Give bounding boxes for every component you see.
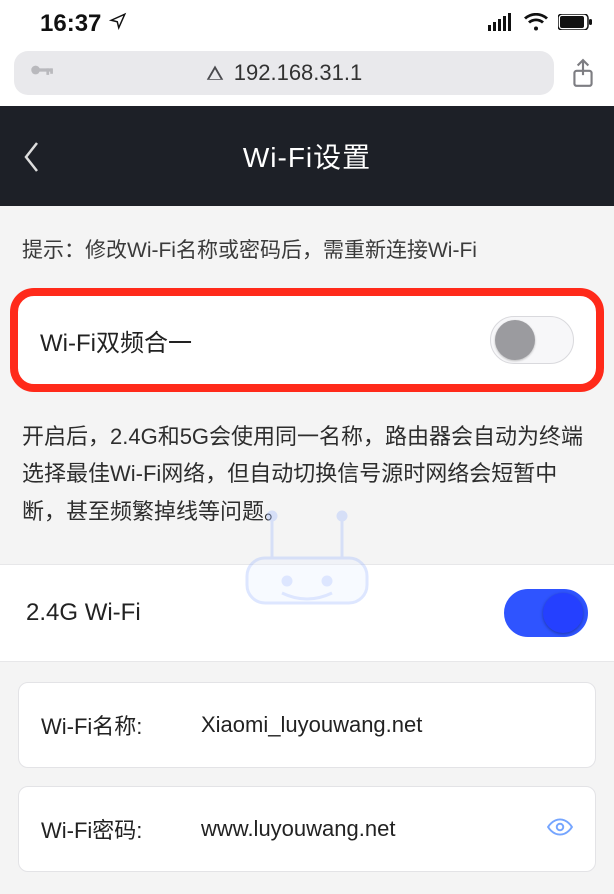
toggle-knob xyxy=(495,320,535,360)
dualband-description: 开启后，2.4G和5G会使用同一名称，路由器会自动为终端选择最佳Wi-Fi网络，… xyxy=(0,392,614,564)
wifi-password-value: www.luyouwang.net xyxy=(201,816,547,842)
screen: 16:37 192.168.31.1 xyxy=(0,0,614,894)
wifi-ssid-field[interactable]: Wi-Fi名称: Xiaomi_luyouwang.net xyxy=(18,682,596,768)
wifi-password-field[interactable]: Wi-Fi密码: www.luyouwang.net xyxy=(18,786,596,872)
ios-status-bar: 16:37 xyxy=(0,0,614,48)
hint-text: 提示：修改Wi-Fi名称或密码后，需重新连接Wi-Fi xyxy=(0,206,614,288)
eye-icon[interactable] xyxy=(547,817,573,842)
toggle-knob xyxy=(543,593,583,633)
share-button[interactable] xyxy=(566,58,600,88)
dualband-label: Wi-Fi双频合一 xyxy=(40,323,192,358)
wifi-ssid-value: Xiaomi_luyouwang.net xyxy=(201,712,573,738)
dualband-highlight: Wi-Fi双频合一 xyxy=(0,288,614,392)
location-arrow-icon xyxy=(109,12,127,35)
band-24g-row: 2.4G Wi-Fi xyxy=(0,564,614,662)
wifi-ssid-label: Wi-Fi名称: xyxy=(41,709,201,741)
wifi-password-label: Wi-Fi密码: xyxy=(41,813,201,845)
address-bar[interactable]: 192.168.31.1 xyxy=(14,51,554,95)
cellular-icon xyxy=(488,13,514,36)
band-24g-label: 2.4G Wi-Fi xyxy=(26,599,141,627)
dualband-row: Wi-Fi双频合一 xyxy=(10,288,604,392)
status-bar-right xyxy=(488,13,592,36)
page-header: Wi-Fi设置 xyxy=(0,106,614,206)
dualband-toggle[interactable] xyxy=(490,316,574,364)
address-url: 192.168.31.1 xyxy=(234,60,362,86)
spacer xyxy=(0,662,614,682)
insecure-warning-icon xyxy=(206,64,224,82)
back-button[interactable] xyxy=(22,140,42,179)
key-icon xyxy=(28,57,54,89)
wifi-icon xyxy=(524,13,548,36)
battery-icon xyxy=(558,14,592,35)
status-time: 16:37 xyxy=(40,10,101,38)
page-title: Wi-Fi设置 xyxy=(243,136,371,176)
band-24g-toggle[interactable] xyxy=(504,589,588,637)
wifi-field-list: Wi-Fi名称: Xiaomi_luyouwang.net Wi-Fi密码: w… xyxy=(0,682,614,872)
browser-toolbar: 192.168.31.1 xyxy=(0,48,614,106)
status-bar-left: 16:37 xyxy=(40,10,127,38)
